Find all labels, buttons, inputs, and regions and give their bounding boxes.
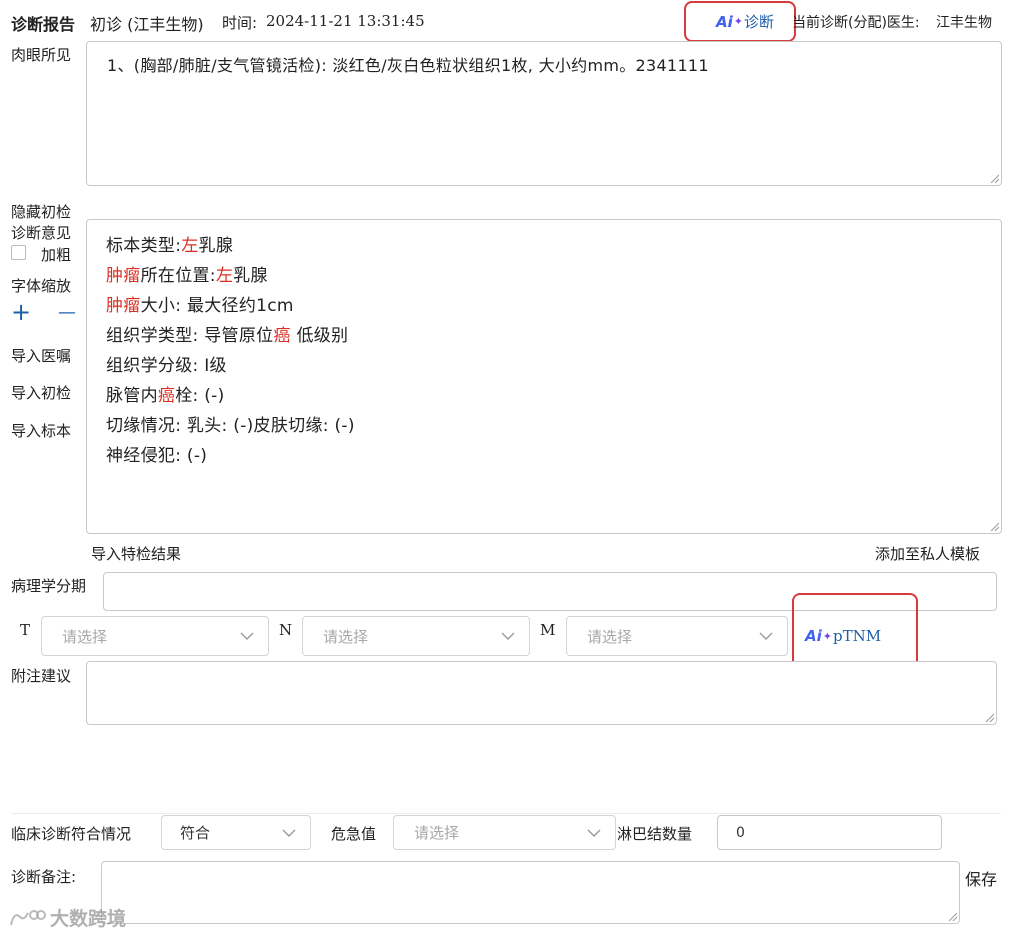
import-orders-link[interactable]: 导入医嘱 bbox=[11, 345, 71, 366]
current-doctor-label: 当前诊断(分配)医生: bbox=[792, 15, 920, 31]
gross-textarea[interactable]: 1、(胸部/肺脏/支气管镜活检): 淡红色/灰白色粒状组织1枚, 大小约mm。2… bbox=[86, 41, 1002, 186]
time-label: 时间: bbox=[222, 14, 258, 32]
gross-text: 1、(胸部/肺脏/支气管镜活检): 淡红色/灰白色粒状组织1枚, 大小约mm。2… bbox=[107, 56, 709, 75]
bold-checkbox[interactable] bbox=[11, 245, 26, 260]
import-specimen-link[interactable]: 导入标本 bbox=[11, 420, 71, 441]
m-label: M bbox=[540, 621, 556, 639]
staging-label: 病理学分期 bbox=[11, 577, 87, 595]
page-title: 诊断报告 bbox=[11, 15, 76, 34]
hide-initial-link[interactable]: 隐藏初检 bbox=[11, 201, 71, 222]
critical-value-label: 危急值 bbox=[331, 825, 377, 843]
n-select[interactable]: 请选择 bbox=[302, 616, 530, 656]
opinion-line-tumor-location: 肿瘤所在位置:左乳腺 bbox=[106, 266, 268, 286]
ai-ptnm-label: pTNM bbox=[832, 627, 882, 645]
ai-sparkle-icon: ✦ bbox=[822, 629, 832, 643]
t-select[interactable]: 请选择 bbox=[41, 616, 269, 656]
lymph-count-label: 淋巴结数量 bbox=[617, 825, 693, 843]
opinion-line-tumor-size: 肿瘤大小: 最大径约1cm bbox=[106, 296, 294, 316]
ai-diagnose-label: 诊断 bbox=[743, 13, 774, 31]
lymph-count-value: 0 bbox=[736, 824, 745, 841]
opinion-line-vascular: 脉管内癌栓: (-) bbox=[106, 386, 225, 406]
clinical-match-value: 符合 bbox=[180, 824, 211, 842]
zoom-out-button[interactable]: — bbox=[58, 300, 76, 326]
critical-value-placeholder: 请选择 bbox=[414, 824, 460, 842]
add-private-template-link[interactable]: 添加至私人模板 bbox=[875, 543, 980, 564]
font-zoom-label: 字体缩放 bbox=[11, 277, 72, 295]
resize-grip-icon[interactable] bbox=[948, 912, 957, 921]
bold-label: 加粗 bbox=[41, 246, 72, 264]
import-initial-link[interactable]: 导入初检 bbox=[11, 382, 71, 403]
critical-value-select[interactable]: 请选择 bbox=[393, 815, 616, 850]
zoom-in-button[interactable]: + bbox=[11, 298, 31, 326]
t-select-placeholder: 请选择 bbox=[62, 627, 108, 646]
import-special-results-link[interactable]: 导入特检结果 bbox=[91, 543, 181, 564]
chevron-down-icon bbox=[501, 632, 515, 640]
time-value: 2024-11-21 13:31:45 bbox=[266, 12, 425, 30]
m-select-placeholder: 请选择 bbox=[587, 627, 633, 646]
ai-logo-icon: Ai bbox=[716, 12, 733, 31]
remark-textarea[interactable] bbox=[101, 861, 960, 924]
chevron-down-icon bbox=[759, 632, 773, 640]
ai-ptnm-button[interactable]: Ai ✦ pTNM bbox=[805, 627, 881, 645]
opinion-label: 诊断意见 bbox=[11, 224, 72, 242]
ai-sparkle-icon: ✦ bbox=[733, 15, 743, 28]
lymph-count-input[interactable]: 0 bbox=[717, 815, 942, 850]
opinion-line-histology-type: 组织学类型: 导管原位癌 低级别 bbox=[106, 326, 349, 346]
t-label: T bbox=[20, 621, 31, 639]
clinical-match-select[interactable]: 符合 bbox=[161, 815, 311, 850]
save-button[interactable]: 保存 bbox=[965, 866, 997, 890]
notes-label: 附注建议 bbox=[11, 667, 72, 685]
n-select-placeholder: 请选择 bbox=[323, 627, 369, 646]
notes-textarea[interactable] bbox=[86, 661, 997, 725]
chevron-down-icon bbox=[587, 829, 601, 837]
chevron-down-icon bbox=[240, 632, 254, 640]
opinion-line-specimen-type: 标本类型:左乳腺 bbox=[106, 236, 234, 256]
resize-grip-icon[interactable] bbox=[990, 522, 999, 531]
gross-label: 肉眼所见 bbox=[11, 46, 72, 64]
watermark: 大数跨境 bbox=[8, 904, 126, 931]
current-doctor-name: 江丰生物 bbox=[936, 15, 992, 31]
ai-logo-icon: Ai bbox=[805, 627, 822, 645]
clinical-match-label: 临床诊断符合情况 bbox=[11, 825, 132, 843]
visit-type: 初诊 (江丰生物) bbox=[90, 15, 204, 34]
m-select[interactable]: 请选择 bbox=[566, 616, 788, 656]
watermark-logo-icon bbox=[10, 909, 46, 925]
opinion-line-histology-grade: 组织学分级: I级 bbox=[106, 356, 227, 376]
ai-diagnose-button[interactable]: Ai ✦ 诊断 bbox=[716, 11, 774, 32]
chevron-down-icon bbox=[282, 829, 296, 837]
opinion-line-nerve: 神经侵犯: (-) bbox=[106, 446, 208, 466]
opinion-line-margins: 切缘情况: 乳头: (-)皮肤切缘: (-) bbox=[106, 416, 355, 436]
n-label: N bbox=[279, 621, 293, 639]
resize-grip-icon[interactable] bbox=[985, 713, 994, 722]
resize-grip-icon[interactable] bbox=[990, 174, 999, 183]
remark-label: 诊断备注: bbox=[11, 868, 77, 886]
section-divider bbox=[11, 813, 1001, 814]
